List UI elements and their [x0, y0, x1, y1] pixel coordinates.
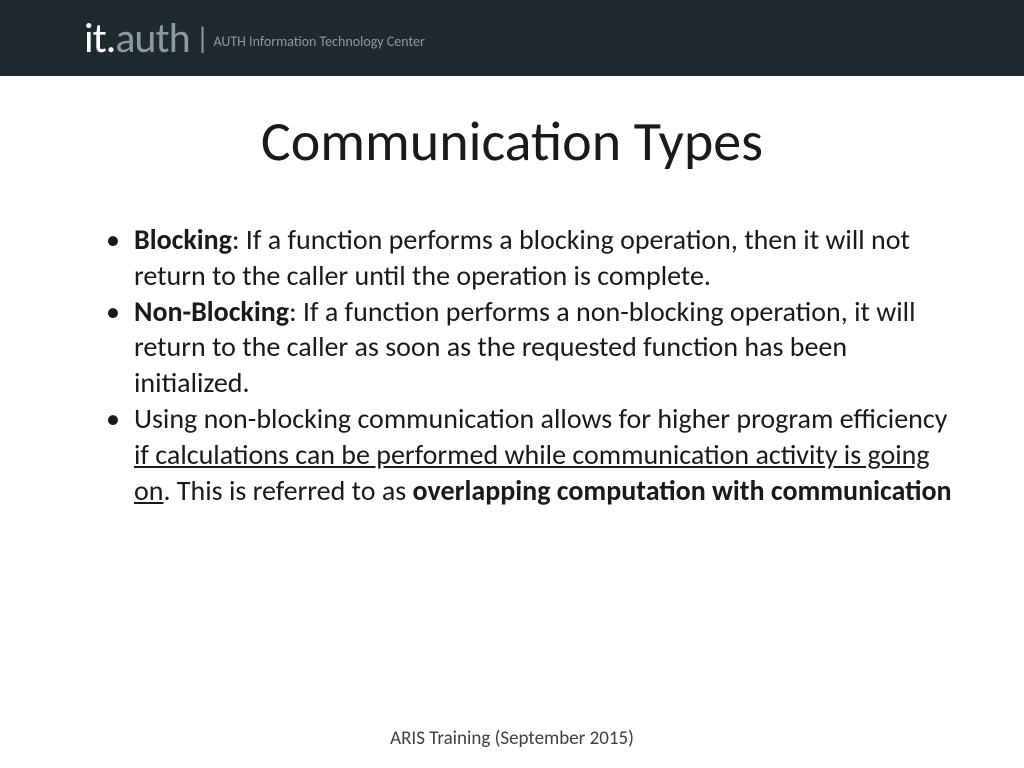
logo-it: it. [84, 13, 115, 64]
bullet-item: Blocking: If a function performs a block… [100, 222, 960, 294]
term-blocking: Blocking [134, 222, 232, 257]
content-area: Blocking: If a function performs a block… [0, 176, 1024, 509]
bullet-text: : If a function performs a blocking oper… [134, 222, 910, 293]
bullet-item: Non-Blocking: If a function performs a n… [100, 294, 960, 401]
header-bar: it.auth | AUTH Information Technology Ce… [0, 0, 1024, 76]
bullet-item: Using non-blocking communication allows … [100, 401, 960, 508]
slide-title: Communication Types [0, 108, 1024, 176]
logo-auth: auth [115, 13, 189, 64]
bullet-list: Blocking: If a function performs a block… [100, 222, 960, 509]
bullet-text: . This is referred to as [163, 473, 412, 508]
logo-separator: | [196, 20, 210, 57]
bullet-text: Using non-blocking communication allows … [134, 401, 947, 436]
term-nonblocking: Non-Blocking [134, 294, 289, 329]
bold-text: overlapping computation with communicati… [413, 473, 952, 508]
footer-text: ARIS Training (September 2015) [0, 727, 1024, 750]
logo-description: AUTH Information Technology Center [213, 27, 424, 50]
slide: it.auth | AUTH Information Technology Ce… [0, 0, 1024, 768]
